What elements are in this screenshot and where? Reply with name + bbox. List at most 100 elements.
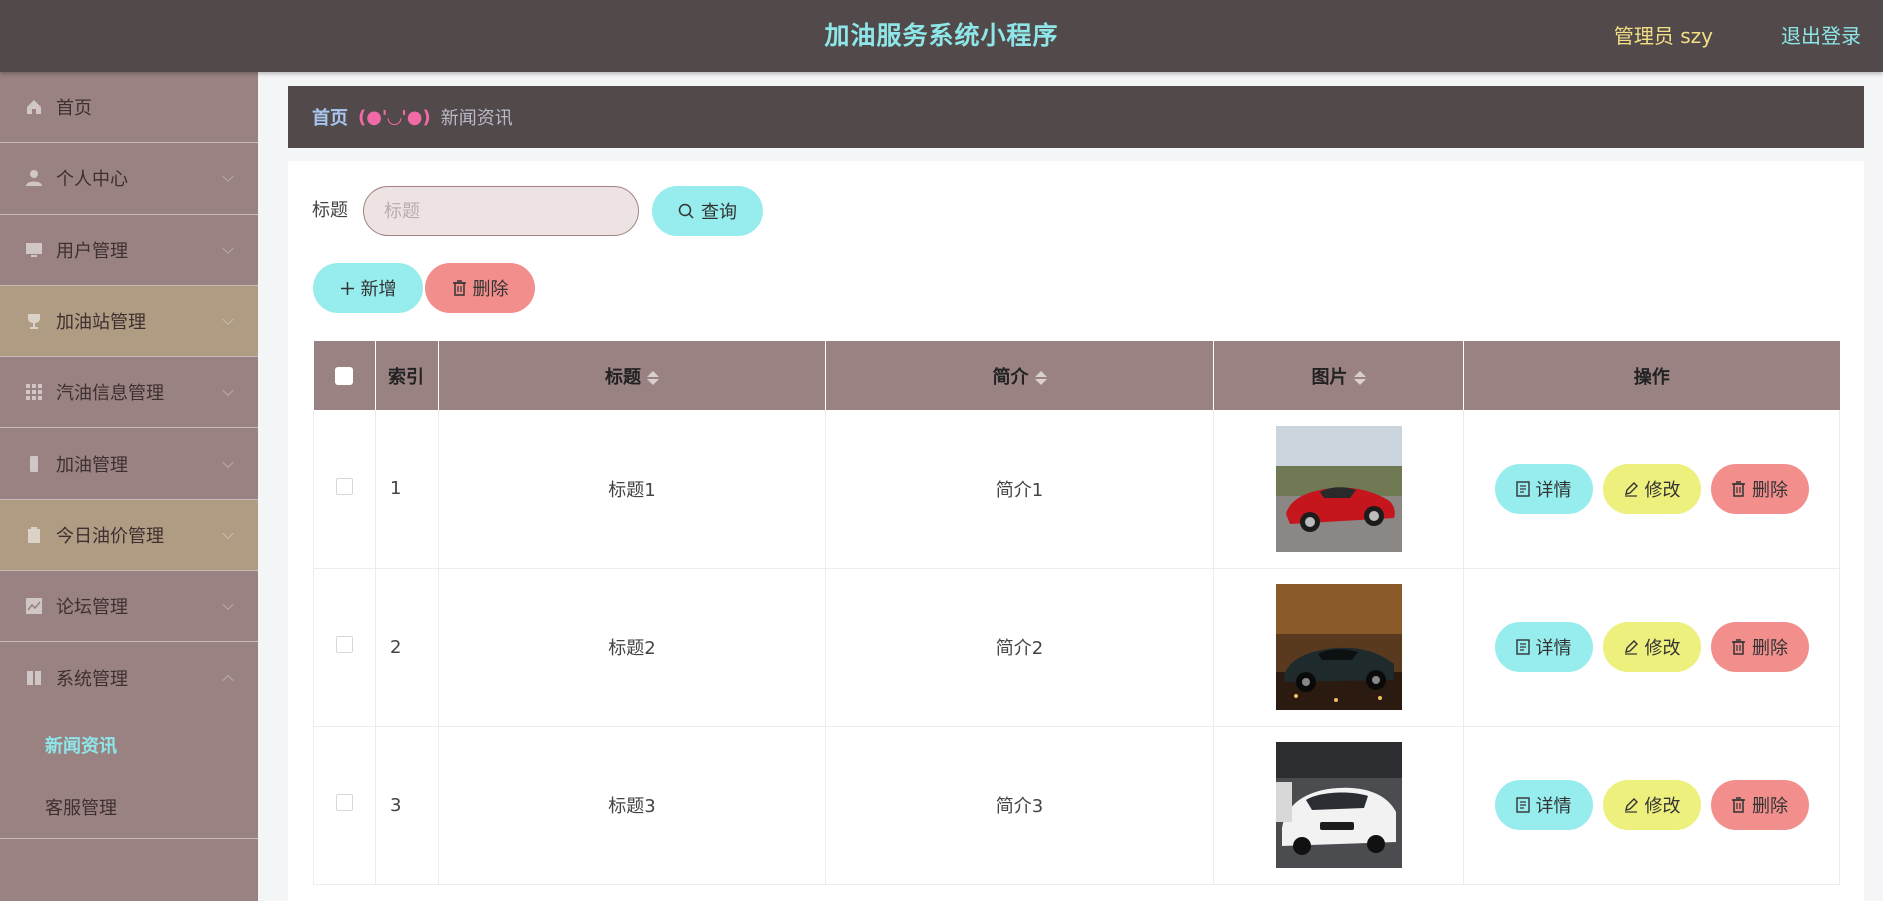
sidebar-subitem-news[interactable]: 新闻资讯 xyxy=(0,714,258,776)
search-button[interactable]: 查询 xyxy=(652,186,763,236)
row-actions-cell: 详情 修改 删除 xyxy=(1463,568,1840,727)
sidebar-item-system[interactable]: 系统管理 xyxy=(0,642,258,713)
sort-icon[interactable] xyxy=(1353,370,1366,386)
row-delete-button[interactable]: 删除 xyxy=(1710,780,1809,830)
chevron-down-icon xyxy=(222,456,234,468)
grid-icon xyxy=(24,382,44,402)
search-label: 标题 xyxy=(312,200,348,221)
sidebar-item-refuel-management[interactable]: 加油管理 xyxy=(0,428,258,500)
sidebar-item-forum[interactable]: 论坛管理 xyxy=(0,571,258,643)
row-select-cell xyxy=(313,568,376,727)
select-all-checkbox[interactable] xyxy=(335,367,354,385)
row-title: 标题2 xyxy=(438,568,826,727)
book-icon xyxy=(24,668,44,688)
row-delete-button-label: 删除 xyxy=(1752,796,1788,817)
row-delete-button[interactable]: 删除 xyxy=(1710,463,1809,514)
chevron-down-icon xyxy=(222,242,234,254)
row-image-cell xyxy=(1213,410,1464,569)
add-button-label: 新增 xyxy=(360,279,397,300)
chevron-down-icon xyxy=(222,385,234,397)
breadcrumb-separator: (●'◡'●) xyxy=(358,106,431,128)
edit-button[interactable]: 修改 xyxy=(1602,463,1701,514)
title-header-label: 标题 xyxy=(605,366,641,388)
actions-column-header: 操作 xyxy=(1463,341,1840,410)
document-icon xyxy=(1515,481,1530,497)
sidebar-item-user-management[interactable]: 用户管理 xyxy=(0,215,258,286)
row-index: 3 xyxy=(375,726,439,885)
dark-sports-car-image xyxy=(1275,584,1402,710)
row-checkbox[interactable] xyxy=(336,636,353,653)
edit-button[interactable]: 修改 xyxy=(1602,780,1701,830)
breadcrumb-home-link[interactable]: 首页 xyxy=(312,104,348,130)
detail-button[interactable]: 详情 xyxy=(1494,622,1593,672)
chevron-down-icon xyxy=(222,527,234,539)
index-column-header: 索引 xyxy=(375,341,439,410)
breadcrumb: 首页 (●'◡'●) 新闻资讯 xyxy=(288,86,1864,148)
chevron-up-icon xyxy=(222,674,234,687)
sidebar-item-label: 首页 xyxy=(56,98,92,120)
detail-button-label: 详情 xyxy=(1535,638,1572,659)
logout-link[interactable]: 退出登录 xyxy=(1781,0,1861,72)
add-button[interactable]: 新增 xyxy=(313,263,423,313)
detail-button-label: 详情 xyxy=(1535,479,1572,501)
sort-icon[interactable] xyxy=(1034,370,1047,386)
sidebar-item-label: 汽油信息管理 xyxy=(56,383,164,405)
top-bar: 加油服务系统小程序 管理员 szy 退出登录 xyxy=(0,0,1883,72)
edit-button-label: 修改 xyxy=(1644,796,1681,817)
intro-header-label: 简介 xyxy=(992,366,1029,388)
search-button-label: 查询 xyxy=(701,202,737,223)
breadcrumb-current: 新闻资讯 xyxy=(440,108,513,129)
row-image-cell xyxy=(1213,568,1464,727)
home-icon xyxy=(24,97,44,117)
row-delete-button[interactable]: 删除 xyxy=(1710,622,1809,672)
search-icon xyxy=(678,203,694,219)
intro-column-header[interactable]: 简介 xyxy=(825,341,1214,410)
row-intro: 简介1 xyxy=(825,410,1214,569)
phone-icon xyxy=(24,454,44,474)
row-checkbox[interactable] xyxy=(336,794,353,811)
row-intro: 简介3 xyxy=(825,726,1214,885)
edit-button[interactable]: 修改 xyxy=(1602,622,1701,672)
sort-icon[interactable] xyxy=(647,370,659,386)
sidebar-item-label: 加油管理 xyxy=(56,454,128,476)
sidebar-item-label: 今日油价管理 xyxy=(56,525,164,547)
sidebar-item-label: 个人中心 xyxy=(56,169,128,191)
delete-button-label: 删除 xyxy=(472,279,509,300)
row-select-cell xyxy=(313,726,376,885)
document-icon xyxy=(1515,639,1530,655)
admin-user-label: 管理员 szy xyxy=(1613,24,1713,48)
sidebar-item-personal-center[interactable]: 个人中心 xyxy=(0,143,258,215)
sidebar-item-oil-price[interactable]: 今日油价管理 xyxy=(0,499,258,572)
detail-button[interactable]: 详情 xyxy=(1494,780,1593,830)
sidebar-item-home[interactable]: 首页 xyxy=(0,72,258,144)
red-sports-car-image xyxy=(1275,425,1402,552)
row-title: 标题1 xyxy=(438,410,826,569)
select-all-header xyxy=(313,341,376,410)
sidebar-item-label: 用户管理 xyxy=(56,240,128,262)
chevron-down-icon xyxy=(222,313,234,326)
row-select-cell xyxy=(313,410,376,569)
detail-button[interactable]: 详情 xyxy=(1494,463,1593,514)
plus-icon xyxy=(340,281,354,295)
document-icon xyxy=(1515,797,1530,813)
white-sedan-image xyxy=(1275,742,1402,868)
search-input[interactable] xyxy=(363,186,639,236)
delete-button[interactable]: 删除 xyxy=(425,263,535,313)
sidebar-item-label: 系统管理 xyxy=(56,669,128,691)
user-icon xyxy=(24,168,44,188)
title-column-header[interactable]: 标题 xyxy=(438,341,826,410)
row-actions-cell: 详情 修改 删除 xyxy=(1463,726,1840,885)
news-table: 索引 标题 简介 图片 操作 1 标题1 简介1 详情 修改 删除 2 标题2 … xyxy=(313,341,1840,885)
main-content: 标题 查询 新增 删除 索引 标题 简介 图片 操作 xyxy=(288,161,1864,901)
chevron-down-icon xyxy=(222,598,234,611)
row-checkbox[interactable] xyxy=(336,477,353,495)
sidebar-item-label: 加油站管理 xyxy=(56,312,146,334)
sidebar-subitem-customer-service[interactable]: 客服管理 xyxy=(0,776,258,838)
row-actions-cell: 详情 修改 删除 xyxy=(1463,410,1840,569)
sidebar-item-gas-station[interactable]: 加油站管理 xyxy=(0,285,258,358)
sidebar-item-gasoline-info[interactable]: 汽油信息管理 xyxy=(0,357,258,429)
trash-icon xyxy=(1732,797,1745,813)
row-index: 2 xyxy=(375,568,439,727)
image-column-header[interactable]: 图片 xyxy=(1213,341,1464,410)
table-row: 3 标题3 简介3 详情 修改 删除 xyxy=(313,726,1840,885)
